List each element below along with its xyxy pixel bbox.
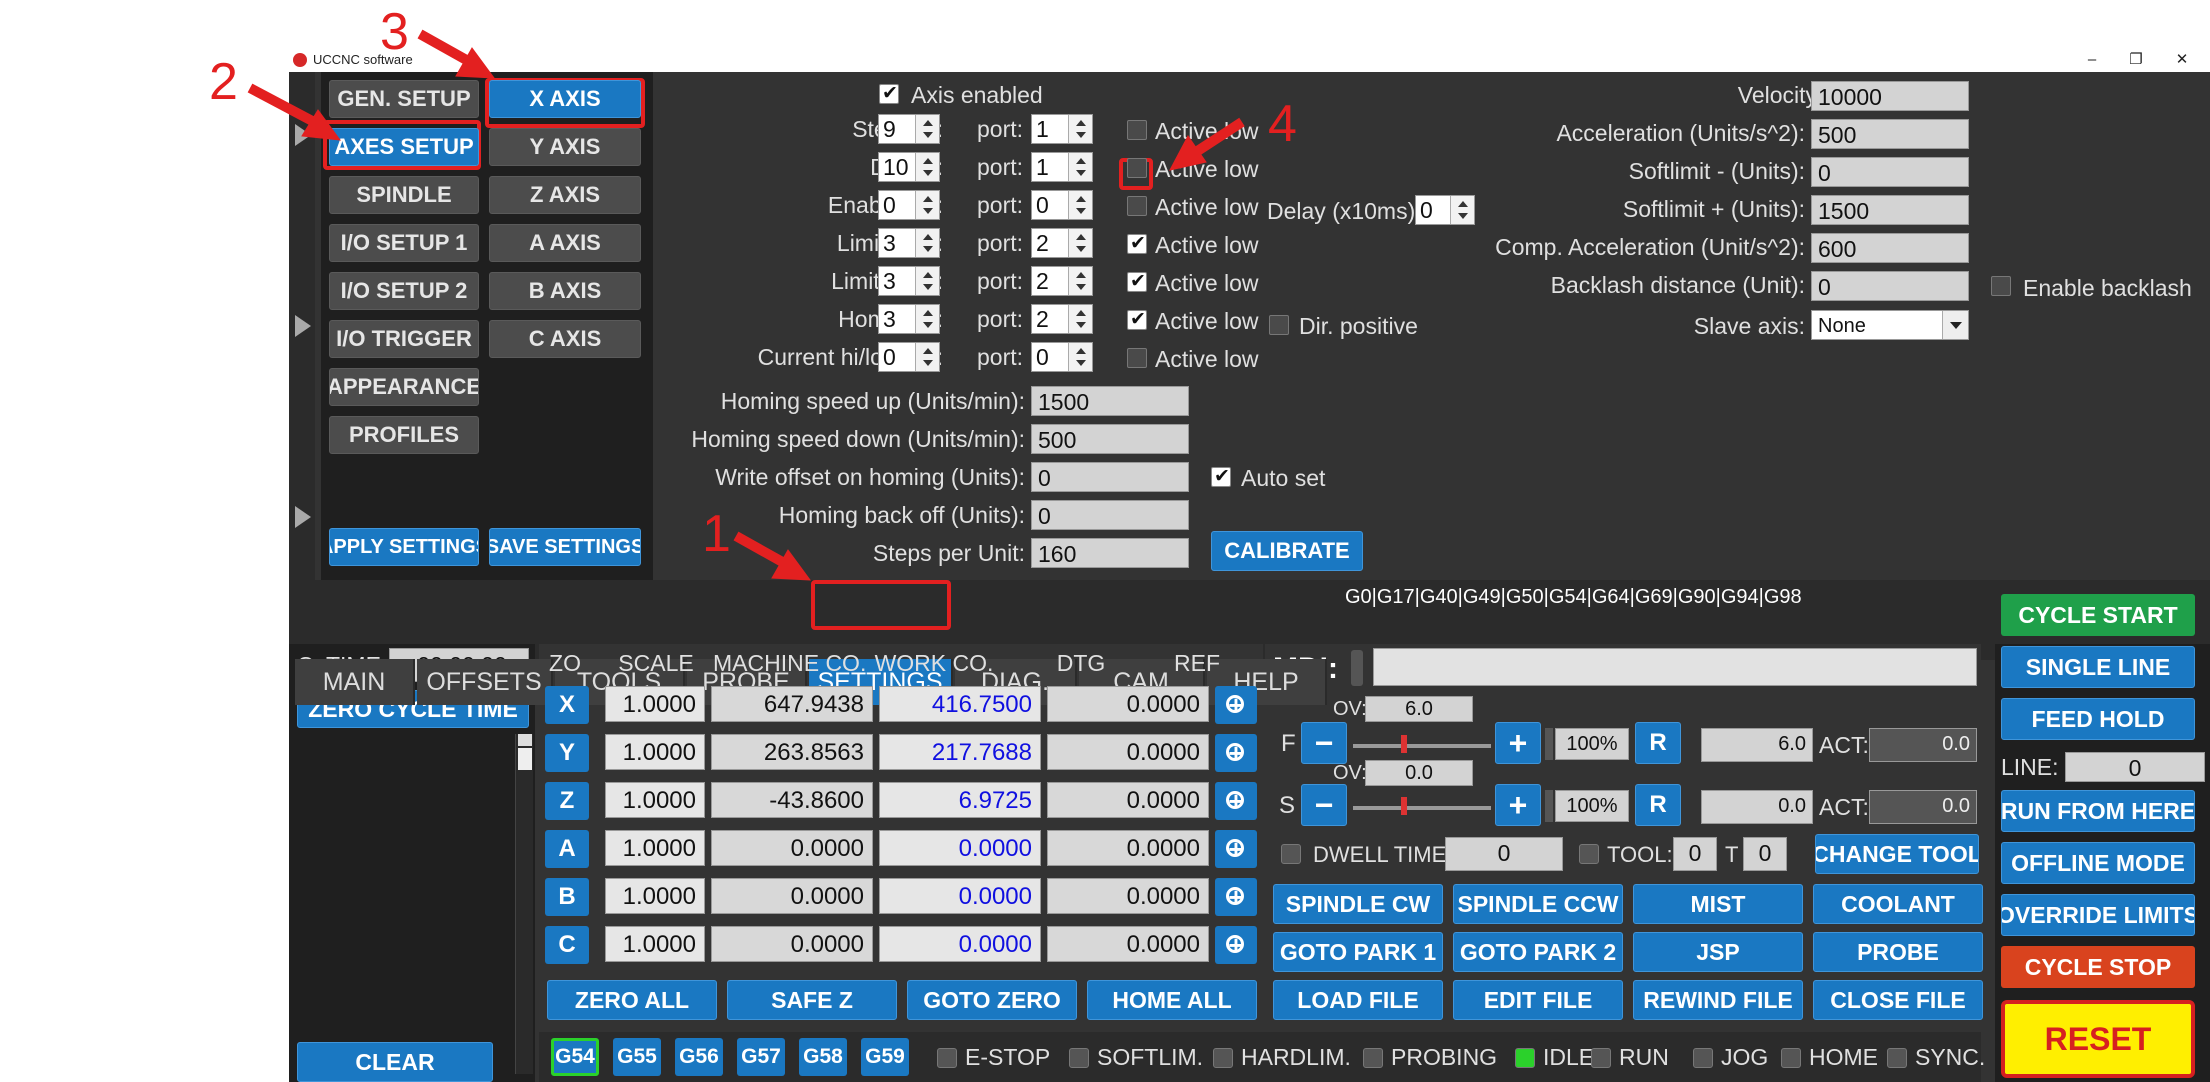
arrow-3-icon [417,29,473,67]
annotation-number-2: 2 [209,53,238,111]
arrow-2-icon [247,83,321,129]
annotation-number-4: 4 [1268,95,1297,153]
arrow-4-icon [1193,117,1245,157]
arrow-1-icon [733,531,789,569]
annotation-overlay [247,29,1245,581]
annotation-number-1: 1 [702,505,731,563]
annotation-number-3: 3 [380,3,409,61]
